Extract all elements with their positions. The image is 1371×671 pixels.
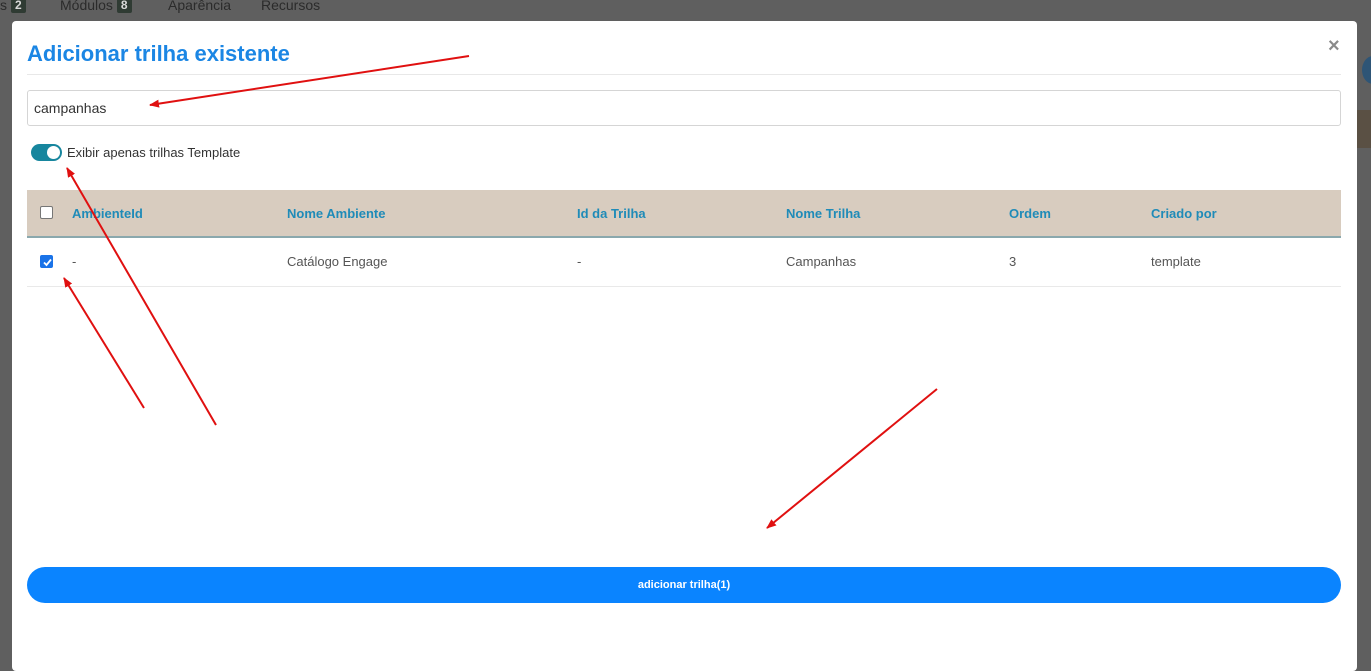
background-avatar: [1362, 56, 1371, 84]
toggle-knob: [47, 146, 60, 159]
row-checkbox[interactable]: [40, 255, 53, 268]
checkmark-icon: [43, 258, 52, 267]
column-header-id-trilha[interactable]: Id da Trilha: [577, 206, 646, 221]
title-divider: [27, 74, 1341, 75]
cell-id-trilha: -: [577, 254, 582, 269]
count-badge: 2: [11, 0, 26, 13]
cell-nome-trilha: Campanhas: [786, 254, 857, 269]
column-header-criado-por[interactable]: Criado por: [1151, 206, 1217, 221]
trails-table: AmbienteId Nome Ambiente Id da Trilha No…: [27, 190, 1341, 287]
close-icon[interactable]: ×: [1328, 36, 1340, 56]
column-header-nome-trilha[interactable]: Nome Trilha: [786, 206, 860, 221]
cell-ordem: 3: [1009, 254, 1017, 269]
add-trail-button[interactable]: adicionar trilha(1): [27, 567, 1341, 603]
column-header-ambienteid[interactable]: AmbienteId: [72, 206, 143, 221]
background-tab-label: Recursos: [261, 0, 321, 13]
cell-nome-ambiente: Catálogo Engage: [287, 254, 388, 269]
select-all-checkbox[interactable]: [40, 206, 53, 219]
table-header: AmbienteId Nome Ambiente Id da Trilha No…: [27, 190, 1341, 238]
column-header-ordem[interactable]: Ordem: [1009, 206, 1051, 221]
count-badge: 8: [116, 0, 132, 13]
table-row[interactable]: - Catálogo Engage - Campanhas 3 template: [27, 238, 1341, 287]
column-header-nome-ambiente[interactable]: Nome Ambiente: [287, 206, 385, 221]
background-tab-label: Módulos: [60, 0, 113, 13]
template-toggle-label: Exibir apenas trilhas Template: [67, 145, 241, 160]
background-tab-modulos[interactable]: Módulos 8: [60, 0, 132, 13]
search-input[interactable]: [27, 90, 1341, 126]
background-tab-recursos[interactable]: Recursos: [261, 0, 320, 13]
background-tab-label: Aparência: [168, 0, 232, 13]
template-toggle[interactable]: [31, 144, 62, 161]
cell-ambienteid: -: [72, 254, 77, 269]
add-trail-modal: Adicionar trilha existente × Exibir apen…: [12, 21, 1357, 671]
background-tab-label: s: [0, 0, 7, 13]
background-tab-1[interactable]: s 2: [0, 0, 26, 13]
modal-title: Adicionar trilha existente: [27, 41, 290, 66]
template-filter: Exibir apenas trilhas Template: [31, 144, 240, 161]
cell-criado-por: template: [1151, 254, 1201, 269]
background-tab-aparencia[interactable]: Aparência: [168, 0, 231, 13]
background-tab-bar: s 2 Módulos 8 Aparência Recursos: [0, 0, 1371, 20]
